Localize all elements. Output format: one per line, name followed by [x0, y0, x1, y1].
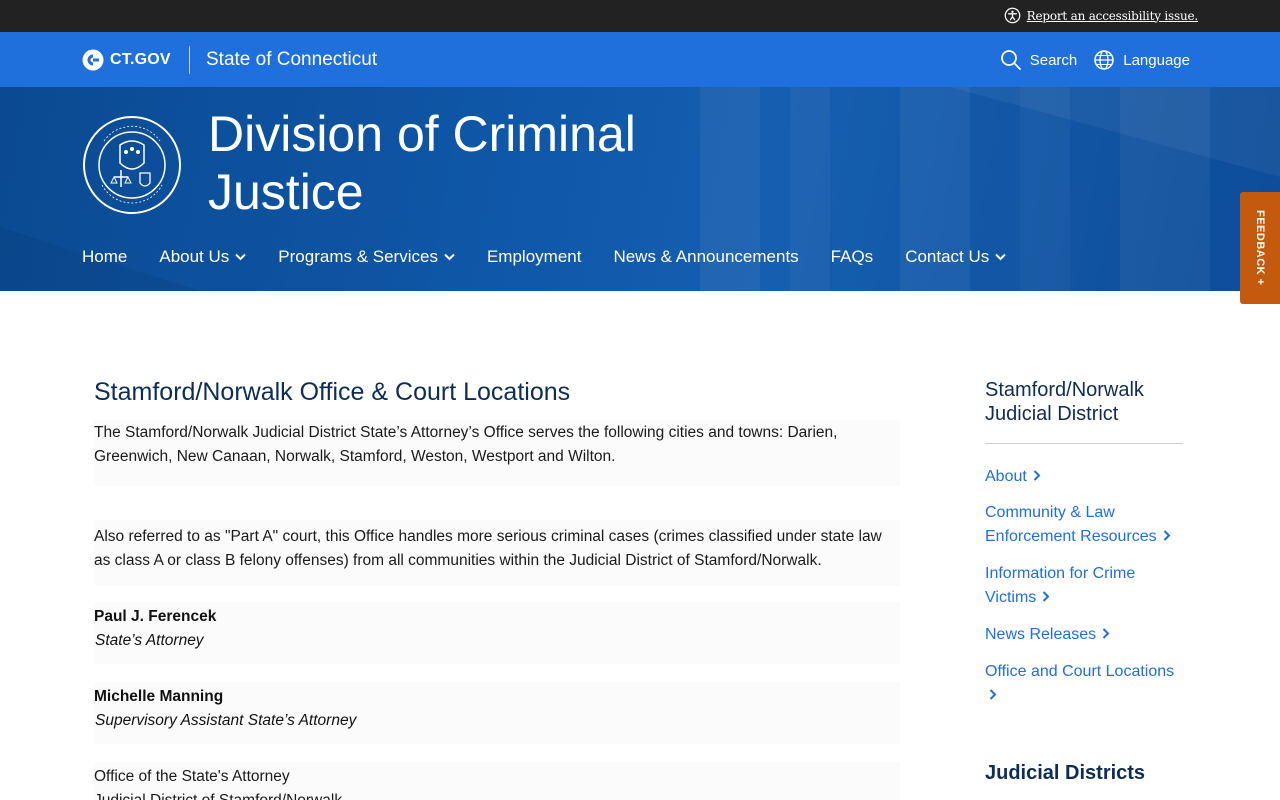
search-icon: [1000, 50, 1021, 70]
feedback-tab[interactable]: FEEDBACK +: [1240, 192, 1280, 304]
nav-home-label: Home: [82, 247, 128, 266]
sidebar-link-label: Community & Law Enforcement Resources: [985, 504, 1157, 545]
office-line-2: Judicial District of Stamford/Norwalk: [94, 789, 342, 800]
sidebar-link-about[interactable]: About: [985, 465, 1183, 489]
page-title: Stamford/Norwalk Office & Court Location…: [94, 378, 571, 406]
person-name: Michelle Manning: [94, 688, 224, 705]
main-navigation: Home About Us Programs & Services Employ…: [82, 247, 1006, 267]
language-label: Language: [1123, 51, 1190, 69]
ctgov-logo-text: CT.GOV: [110, 51, 171, 68]
ctgov-divider: [189, 46, 190, 74]
chevron-down-icon: [235, 253, 247, 261]
nav-about-us-label: About Us: [159, 247, 230, 266]
chevron-right-icon: [1163, 530, 1171, 541]
sidebar-link-label: News Releases: [985, 626, 1097, 643]
sidebar: Stamford/Norwalk Judicial District About…: [985, 378, 1183, 784]
ctgov-logo[interactable]: CT.GOV: [82, 49, 171, 71]
accessibility-report[interactable]: Report an accessibility issue.: [1004, 7, 1198, 24]
office-line-1: Office of the State's Attorney: [94, 768, 290, 785]
part-a-paragraph: Also referred to as "Part A" court, this…: [94, 528, 882, 569]
search-button[interactable]: Search: [1000, 49, 1078, 71]
ctgov-bar: CT.GOV State of Connecticut Search Langu…: [0, 32, 1280, 87]
division-seal-logo[interactable]: [82, 115, 182, 215]
sidebar-link-community-resources[interactable]: Community & Law Enforcement Resources: [985, 501, 1175, 549]
search-label: Search: [1029, 51, 1078, 69]
chevron-down-icon: [444, 253, 455, 261]
chevron-right-icon: [989, 689, 997, 700]
sidebar-heading-judicial-districts: Judicial Districts: [985, 762, 1146, 784]
state-name-link[interactable]: State of Connecticut: [206, 49, 377, 71]
sidebar-link-office-locations[interactable]: Office and Court Locations: [985, 660, 1180, 708]
nav-faqs-label: FAQs: [830, 247, 874, 266]
sidebar-heading: Stamford/Norwalk Judicial District: [985, 379, 1144, 425]
nav-news-label: News & Announcements: [613, 247, 799, 266]
nav-about-us[interactable]: About Us: [159, 247, 247, 267]
sidebar-divider: [985, 443, 1183, 444]
ctgov-logo-icon: [82, 49, 104, 71]
chevron-right-icon: [1033, 470, 1041, 481]
nav-home[interactable]: Home: [82, 247, 127, 267]
nav-employment[interactable]: Employment: [487, 247, 581, 267]
sidebar-link-crime-victims[interactable]: Information for Crime Victims: [985, 562, 1160, 610]
chevron-right-icon: [1043, 591, 1050, 602]
person-name: Paul J. Ferencek: [94, 608, 217, 625]
nav-contact-label: Contact Us: [905, 247, 990, 266]
globe-icon: [1094, 50, 1114, 70]
accessibility-link[interactable]: Report an accessibility issue.: [1027, 9, 1199, 23]
person-title: Supervisory Assistant State’s Attorney: [95, 712, 357, 729]
nav-contact-us[interactable]: Contact Us: [905, 247, 1006, 267]
chevron-right-icon: [1102, 628, 1110, 639]
person-title: State’s Attorney: [95, 632, 204, 649]
language-button[interactable]: Language: [1093, 49, 1190, 71]
sidebar-link-label: About: [985, 468, 1027, 485]
feedback-label: FEEDBACK +: [1254, 210, 1266, 286]
nav-programs-label: Programs & Services: [278, 247, 438, 266]
ctgov-tools: Search Language: [1000, 49, 1190, 71]
nav-news[interactable]: News & Announcements: [613, 247, 798, 267]
chevron-down-icon: [995, 253, 1006, 261]
sidebar-link-news-releases[interactable]: News Releases: [985, 623, 1183, 647]
intro-paragraph: The Stamford/Norwalk Judicial District S…: [94, 424, 838, 465]
hero-banner: Division of Criminal Justice Home About …: [0, 87, 1280, 291]
nav-programs-services[interactable]: Programs & Services: [278, 247, 455, 267]
utility-bar: Report an accessibility issue.: [0, 0, 1280, 32]
site-title[interactable]: Division of Criminal Justice: [208, 105, 728, 221]
sidebar-link-label: Office and Court Locations: [985, 663, 1175, 680]
nav-faqs[interactable]: FAQs: [831, 247, 874, 267]
sidebar-link-label: Information for Crime Victims: [985, 565, 1136, 606]
main-content: Stamford/Norwalk Office & Court Location…: [94, 376, 900, 800]
accessibility-icon: [1004, 7, 1020, 24]
nav-employment-label: Employment: [486, 247, 582, 266]
